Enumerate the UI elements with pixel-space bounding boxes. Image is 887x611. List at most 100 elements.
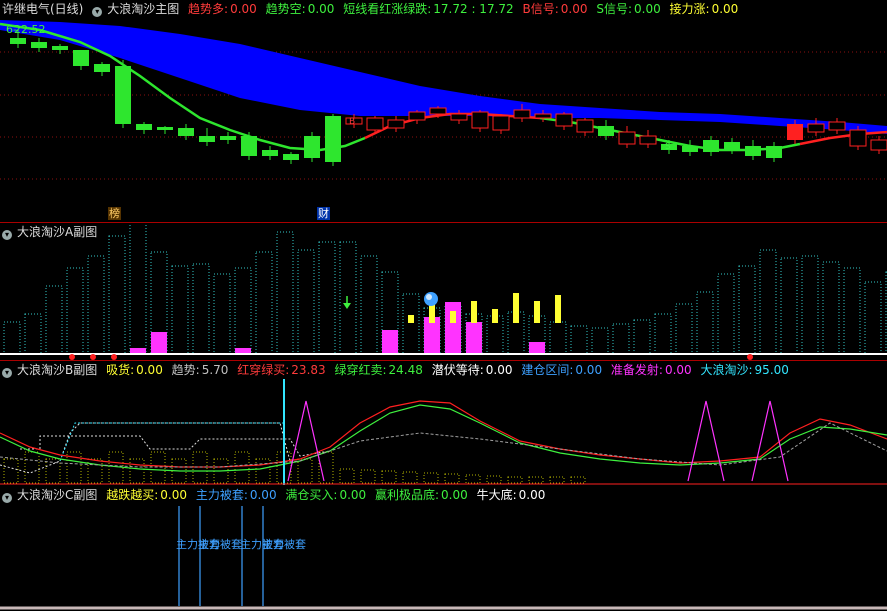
sub-a-bar xyxy=(3,321,21,355)
chevron-down-icon[interactable]: ▾ xyxy=(2,493,12,503)
b-indicator-4: 潜伏等待: 0.00 xyxy=(431,363,513,377)
green-line xyxy=(0,404,887,472)
signal-label-3: 主力被套 xyxy=(262,538,306,551)
globe-icon xyxy=(424,292,438,306)
b-indicator-7: 大浪淘沙: 95.00 xyxy=(700,363,789,377)
indicator-5: 接力涨: 0.00 xyxy=(669,2,739,16)
cyan-dotted-line xyxy=(59,422,285,462)
candle-body xyxy=(807,123,825,133)
sub-a-bar xyxy=(864,281,882,355)
sub-a-bar xyxy=(822,261,840,355)
candle-body xyxy=(366,117,384,131)
b-indicator-6: 准备发射: 0.00 xyxy=(610,363,692,377)
sub-a-bar xyxy=(24,313,42,355)
sub-a-magenta-bar xyxy=(445,302,461,354)
sub-a-pane[interactable]: ▾ 大浪淘沙A副图 xyxy=(0,223,887,360)
sub-a-bar xyxy=(87,255,105,355)
candle-body xyxy=(283,154,299,160)
sub-a-bar xyxy=(318,241,336,355)
candle-body xyxy=(450,113,468,121)
sub-c-title[interactable]: 大浪淘沙C副图 xyxy=(17,488,97,502)
sub-b-bar xyxy=(129,458,145,484)
sub-b-bar xyxy=(3,458,19,484)
candle-body xyxy=(10,38,26,44)
sub-b-pane[interactable]: ▾ 大浪淘沙B副图 吸货: 0.00 趋势: 5.70 红穿绿买: 23.83 绿穿红卖… xyxy=(0,361,887,485)
sub-b-bar xyxy=(255,458,271,484)
sub-a-bar xyxy=(45,285,63,355)
sub-b-bar xyxy=(339,468,355,484)
candle-body xyxy=(787,124,803,140)
sub-b-bar xyxy=(528,476,544,484)
small-marker-b: B xyxy=(349,117,355,127)
candle-body xyxy=(471,111,489,129)
sub-a-magenta-bar xyxy=(466,322,482,354)
sub-b-bar xyxy=(87,458,103,484)
sub-a-bar xyxy=(108,235,126,355)
marker-cai[interactable]: 财 xyxy=(317,207,330,220)
sub-a-bar xyxy=(213,273,231,355)
chevron-down-icon[interactable]: ▾ xyxy=(2,230,12,240)
sub-a-yellow-bar xyxy=(492,309,498,323)
sub-a-bar xyxy=(780,257,798,355)
candle-body xyxy=(492,115,510,131)
c-indicator-3: 赢利极品底: 0.00 xyxy=(375,488,468,502)
sub-a-bar xyxy=(297,249,315,355)
c-indicator-1: 主力被套: 0.00 xyxy=(195,488,277,502)
sub-c-pane[interactable]: ▾ 大浪淘沙C副图 越跌越买: 0.00 主力被套: 0.00 满仓买入: 0.00 赢… xyxy=(0,486,887,611)
sub-a-bar xyxy=(192,263,210,355)
sub-b-bar xyxy=(465,474,481,484)
b-indicator-3: 绿穿红卖: 24.48 xyxy=(334,363,423,377)
sub-a-bar xyxy=(276,231,294,355)
sub-a-title[interactable]: 大浪淘沙A副图 xyxy=(17,225,97,239)
indicator-1: 趋势空: 0.00 xyxy=(265,2,335,16)
sub-b-bar xyxy=(381,470,397,484)
main-chart-pane[interactable]: 22.52 6- B S 许继电气(日线) ▾ 大浪淘沙主图 趋势多: 0.00 趋… xyxy=(0,0,887,222)
candle-body xyxy=(598,126,614,136)
sub-a-bar xyxy=(717,273,735,355)
candle-body xyxy=(220,136,236,140)
candle-body xyxy=(115,66,131,124)
candle-body xyxy=(178,128,194,136)
sub-a-bar xyxy=(234,267,252,355)
sub-c-canvas[interactable] xyxy=(0,486,887,611)
sub-b-bar xyxy=(297,458,313,484)
candle-body xyxy=(828,121,846,131)
sub-a-bar xyxy=(612,323,630,355)
indicator-4: S信号: 0.00 xyxy=(596,2,661,16)
sub-b-bar xyxy=(402,471,418,484)
sub-a-canvas[interactable] xyxy=(0,223,887,360)
candle-body xyxy=(849,129,867,147)
sub-b-bar xyxy=(549,476,565,484)
candle-body xyxy=(766,146,782,158)
candle-body xyxy=(429,107,447,115)
main-title[interactable]: 大浪淘沙主图 xyxy=(107,2,179,16)
sub-b-title[interactable]: 大浪淘沙B副图 xyxy=(17,363,97,377)
candle-body xyxy=(73,50,89,66)
sub-b-canvas[interactable] xyxy=(0,361,887,485)
b-indicator-2: 红穿绿买: 23.83 xyxy=(237,363,326,377)
sub-b-bar xyxy=(150,451,166,484)
candle-body xyxy=(555,113,573,127)
sub-a-bar xyxy=(675,303,693,355)
candle-body xyxy=(304,136,320,158)
sub-b-bar xyxy=(24,451,40,484)
candle-body xyxy=(262,150,278,156)
chevron-down-icon[interactable]: ▾ xyxy=(92,7,103,17)
small-marker-s: S xyxy=(665,142,671,152)
sub-a-bar xyxy=(591,327,609,355)
sub-a-header: ▾ 大浪淘沙A副图 xyxy=(2,224,102,240)
sub-b-bar xyxy=(444,473,460,484)
red-line xyxy=(0,400,887,468)
signal-label-1: 主力被套 xyxy=(198,538,242,551)
marker-bang[interactable]: 榜 xyxy=(108,207,121,220)
candle-body xyxy=(724,142,740,150)
sub-a-bars xyxy=(3,223,887,355)
sub-b-header: ▾ 大浪淘沙B副图 吸货: 0.00 趋势: 5.70 红穿绿买: 23.83 绿穿红卖… xyxy=(2,362,794,378)
main-chart-canvas[interactable]: 22.52 6- B S xyxy=(0,0,887,222)
candle-body xyxy=(639,135,657,145)
stock-name[interactable]: 许继电气(日线) xyxy=(2,2,83,16)
sub-a-magenta-bar xyxy=(529,342,545,354)
chevron-down-icon[interactable]: ▾ xyxy=(2,368,12,378)
candle-body xyxy=(682,146,698,152)
candle-body xyxy=(387,119,405,129)
